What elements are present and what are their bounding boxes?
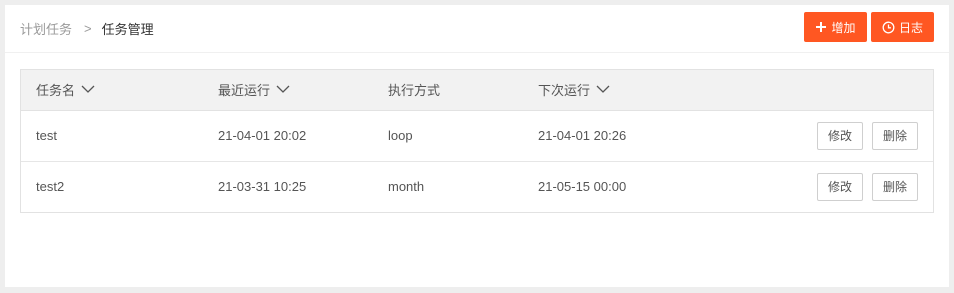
top-bar: 计划任务 > 任务管理 增加 日志 [5,5,949,53]
task-table: 任务名 最近运行 执行方式 下次运行 test 21-04-01 20:02 l… [20,69,934,213]
edit-button[interactable]: 修改 [817,172,863,201]
task-next-run: 21-04-01 20:26 [538,128,627,143]
row-actions: 修改 删除 [703,110,933,161]
clock-icon [882,21,895,34]
task-last-run: 21-04-01 20:02 [218,128,307,143]
toolbar-actions: 增加 日志 [804,12,934,42]
task-mode: month [388,179,425,195]
task-name: test [36,128,57,143]
column-header-last-run[interactable]: 最近运行 [203,70,373,111]
main-panel: 计划任务 > 任务管理 增加 日志 任务名 最近运行 执行方式 下次运行 tes… [5,5,949,287]
task-mode: loop [388,128,413,143]
table-header-row: 任务名 最近运行 执行方式 下次运行 [21,70,933,111]
chevron-down-icon [276,85,290,94]
column-header-name[interactable]: 任务名 [21,70,203,111]
breadcrumb-separator: > [84,21,92,36]
breadcrumb-parent-link[interactable]: 计划任务 [20,19,72,38]
chevron-down-icon [81,85,95,94]
table-row: test 21-04-01 20:02 loop 21-04-01 20:26 … [21,110,933,161]
delete-button[interactable]: 删除 [872,172,918,201]
column-header-mode: 执行方式 [373,70,523,111]
task-name: test2 [36,179,65,195]
column-header-next-run[interactable]: 下次运行 [523,70,703,111]
task-last-run: 21-03-31 10:25 [218,179,307,195]
log-button[interactable]: 日志 [871,12,934,42]
row-actions: 修改 删除 [703,161,933,212]
task-next-run: 21-05-15 00:00 [538,179,627,195]
add-button-label: 增加 [831,20,856,35]
edit-button[interactable]: 修改 [817,121,863,150]
add-button[interactable]: 增加 [804,12,867,42]
breadcrumb: 计划任务 > 任务管理 [20,19,154,38]
chevron-down-icon [596,85,610,94]
breadcrumb-current: 任务管理 [101,22,154,37]
log-button-label: 日志 [898,20,923,35]
column-header-actions [703,70,933,111]
table-row: test2 21-03-31 10:25 month 21-05-15 00:0… [21,161,933,212]
plus-icon [815,21,827,33]
delete-button[interactable]: 删除 [872,121,918,150]
